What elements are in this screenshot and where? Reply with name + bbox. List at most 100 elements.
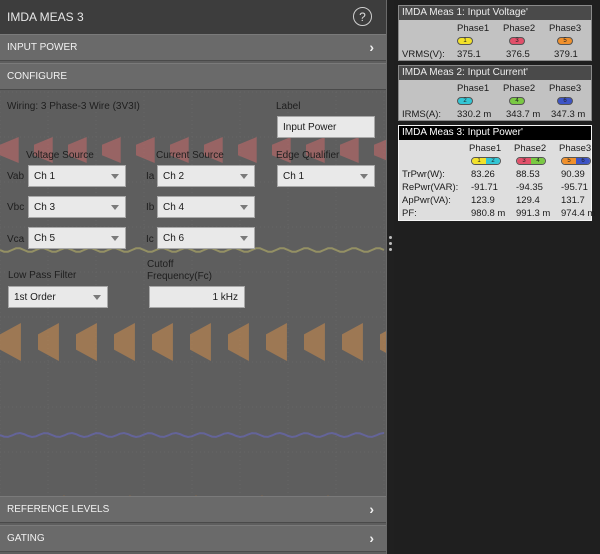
cutoff-frequency-value: 1 kHz: [212, 291, 238, 303]
orange-trace-segment: [190, 323, 211, 361]
section-input-power-label: INPUT POWER: [7, 42, 78, 53]
help-icon[interactable]: ?: [353, 7, 372, 26]
section-reference-levels-label: REFERENCE LEVELS: [7, 504, 110, 515]
channel-4-tag: 4: [531, 158, 545, 164]
orange-trace-segment: [228, 323, 249, 361]
low-pass-filter-caption: Low Pass Filter: [8, 270, 77, 281]
results-panel: IMDA Meas 1: Input Voltage' Phase1 Phase…: [394, 0, 600, 554]
section-gating[interactable]: GATING ›: [0, 525, 386, 552]
channel-5-tag: 5: [562, 158, 576, 164]
chevron-right-icon: ›: [369, 501, 374, 517]
meas3-repwr-label: RePwr(VAR):: [402, 182, 459, 193]
meas1-badge[interactable]: IMDA Meas 1: Input Voltage' Phase1 Phase…: [398, 5, 592, 61]
vab-label: Vab: [7, 171, 25, 182]
meas3-badge[interactable]: IMDA Meas 3: Input Power' Phase1 Phase2 …: [398, 125, 596, 221]
channel-6-tag: 6: [576, 158, 590, 164]
channel-1-tag: 1: [457, 37, 473, 45]
red-trace-segment: [136, 137, 155, 163]
channel-2-tag: 2: [457, 97, 473, 105]
red-trace-segment: [238, 137, 257, 163]
meas3-appwr-label: ApPwr(VA):: [402, 195, 451, 206]
meas1-value-phase2: 376.5: [506, 49, 530, 60]
meas1-phase3-header: Phase3: [549, 23, 582, 34]
meas1-row-label: VRMS(V):: [402, 49, 445, 60]
section-configure[interactable]: CONFIGURE: [0, 63, 386, 90]
meas2-phase2-header: Phase2: [503, 83, 536, 94]
vab-select[interactable]: Ch 1: [28, 165, 126, 187]
meas3-appwr-phase1: 123.9: [471, 195, 495, 206]
ib-label: Ib: [146, 202, 155, 213]
section-input-power[interactable]: INPUT POWER ›: [0, 34, 386, 61]
orange-trace-segment: [266, 323, 287, 361]
vbc-select[interactable]: Ch 3: [28, 196, 126, 218]
channel-pair-3-4-tag: 3 4: [516, 157, 546, 165]
channel-pair-1-2-tag: 1 2: [471, 157, 501, 165]
chevron-right-icon: ›: [369, 39, 374, 55]
meas2-badge[interactable]: IMDA Meas 2: Input Current' Phase1 Phase…: [398, 65, 592, 121]
low-pass-filter-select[interactable]: 1st Order: [8, 286, 108, 308]
vca-select[interactable]: Ch 5: [28, 227, 126, 249]
wiring-text: Wiring: 3 Phase-3 Wire (3V3I): [7, 101, 140, 112]
label-input-value: Input Power: [283, 121, 337, 133]
meas3-pf-label: PF:: [402, 208, 417, 219]
red-trace-segment: [0, 137, 19, 163]
meas1-phase2-header: Phase2: [503, 23, 536, 34]
meas3-trpwr-phase2: 88.53: [516, 169, 540, 180]
dropdown-arrow-icon: [111, 205, 119, 210]
meas2-phase3-header: Phase3: [549, 83, 582, 94]
orange-trace-segment: [114, 323, 135, 361]
current-source-caption: Current Source: [156, 150, 224, 161]
dropdown-arrow-icon: [360, 174, 368, 179]
meas3-appwr-phase3: 131.7: [561, 195, 585, 206]
panel-title: IMDA MEAS 3: [7, 10, 84, 24]
section-reference-levels[interactable]: REFERENCE LEVELS ›: [0, 496, 386, 523]
meas3-phase2-header: Phase2: [514, 143, 547, 154]
orange-trace-segment: [76, 323, 97, 361]
red-trace-segment: [340, 137, 359, 163]
ic-value: Ch 6: [163, 232, 185, 244]
meas1-value-phase3: 379.1: [554, 49, 578, 60]
meas2-value-phase1: 330.2 m: [457, 109, 492, 120]
orange-trace-segment: [38, 323, 59, 361]
vca-label: Vca: [7, 234, 25, 245]
meas3-pf-phase3: 974.4 m: [561, 208, 596, 219]
meas2-phase1-header: Phase1: [457, 83, 490, 94]
voltage-source-caption: Voltage Source: [26, 150, 94, 161]
ib-select[interactable]: Ch 4: [157, 196, 255, 218]
red-trace-segment: [102, 137, 121, 163]
chevron-right-icon: ›: [369, 530, 374, 546]
ia-value: Ch 2: [163, 170, 185, 182]
orange-trace-segment: [0, 323, 21, 361]
grip-dot: [389, 242, 392, 245]
ic-label: Ic: [146, 234, 154, 245]
ia-select[interactable]: Ch 2: [157, 165, 255, 187]
meas3-trpwr-phase3: 90.39: [561, 169, 585, 180]
ia-label: Ia: [146, 171, 155, 182]
meas3-trpwr-phase1: 83.26: [471, 169, 495, 180]
meas3-appwr-phase2: 129.4: [516, 195, 540, 206]
panel-title-bar: IMDA MEAS 3 ?: [0, 0, 386, 34]
meas1-value-phase1: 375.1: [457, 49, 481, 60]
cutoff-caption-line2: Frequency(Fc): [147, 271, 213, 282]
edge-qualifier-select[interactable]: Ch 1: [277, 165, 375, 187]
channel-1-tag: 1: [472, 158, 486, 164]
meas1-title: IMDA Meas 1: Input Voltage': [399, 6, 591, 20]
section-gating-label: GATING: [7, 533, 45, 544]
vab-value: Ch 1: [34, 170, 56, 182]
grip-dot: [389, 248, 392, 251]
dropdown-arrow-icon: [111, 236, 119, 241]
meas3-title: IMDA Meas 3: Input Power': [399, 126, 591, 140]
panel-resize-handle[interactable]: [386, 0, 394, 554]
ic-select[interactable]: Ch 6: [157, 227, 255, 249]
label-input[interactable]: Input Power: [277, 116, 375, 138]
vca-value: Ch 5: [34, 232, 56, 244]
meas3-repwr-phase3: -95.71: [561, 182, 588, 193]
meas3-phase1-header: Phase1: [469, 143, 502, 154]
channel-3-tag: 3: [517, 158, 531, 164]
meas2-value-phase2: 343.7 m: [506, 109, 541, 120]
cutoff-caption-line1: Cutoff: [147, 259, 174, 270]
low-pass-filter-value: 1st Order: [14, 291, 56, 303]
channel-3-tag: 3: [509, 37, 525, 45]
cutoff-frequency-input[interactable]: 1 kHz: [149, 286, 245, 308]
red-trace-segment: [374, 139, 386, 161]
